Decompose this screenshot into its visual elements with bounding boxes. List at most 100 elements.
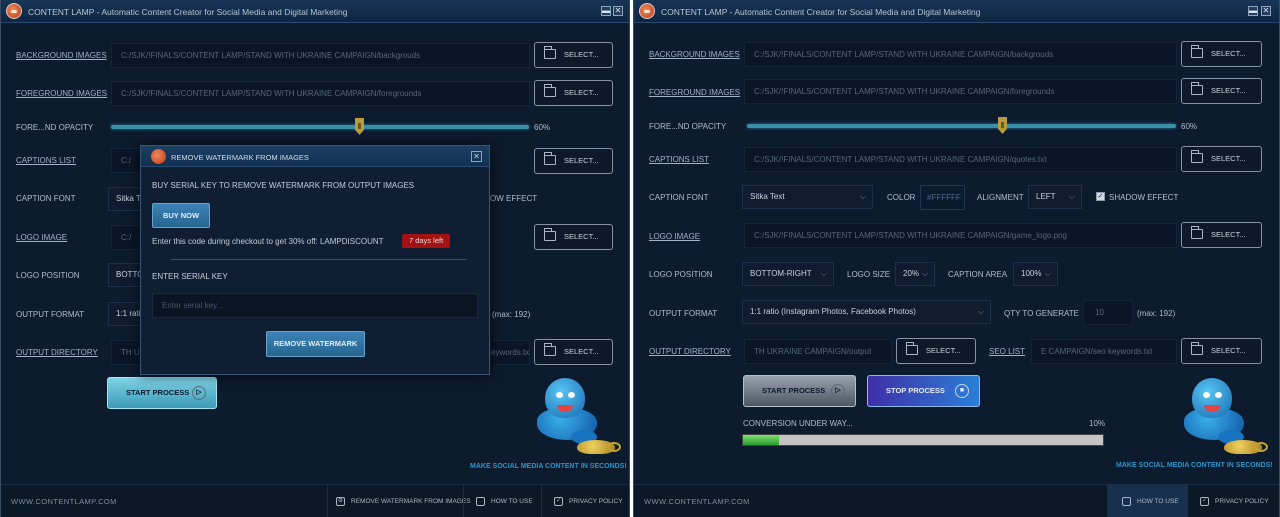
logo-position-label: LOGO POSITION — [649, 270, 713, 279]
select-logo-button[interactable]: SELECT... — [534, 224, 613, 250]
opacity-slider[interactable] — [111, 125, 529, 129]
buy-now-button[interactable]: BUY NOW — [152, 203, 210, 228]
background-images-link[interactable]: BACKGROUND IMAGES — [649, 50, 740, 59]
seo-path-partial[interactable]: eywords.txt — [490, 340, 530, 365]
tagline: MAKE SOCIAL MEDIA CONTENT IN SECONDS! — [470, 463, 627, 470]
caption-font-partial[interactable]: Sitka T — [108, 187, 141, 211]
stop-process-button[interactable]: STOP PROCESS ■ — [867, 375, 980, 407]
dialog-title-bar: REMOVE WATERMARK FROM IMAGES ✕ — [141, 146, 489, 167]
select-captions-button[interactable]: SELECT... — [534, 148, 613, 174]
privacy-policy-tab[interactable]: ✓ PRIVACY POLICY — [541, 485, 629, 517]
background-images-path[interactable]: C:/SJK/!FINALS/CONTENT LAMP/STAND WITH U… — [111, 43, 530, 68]
output-directory-link[interactable]: OUTPUT DIRECTORY — [16, 348, 98, 357]
dialog-divider — [171, 259, 467, 260]
folder-icon — [1191, 226, 1203, 239]
output-format-label: OUTPUT FORMAT — [16, 310, 85, 319]
color-input[interactable]: #FFFFFF — [920, 185, 965, 210]
remove-watermark-tab[interactable]: ⚙ REMOVE WATERMARK FROM IMAGES — [327, 485, 471, 517]
logo-size-dropdown[interactable]: 20% ⌵ — [895, 262, 935, 286]
captions-list-link[interactable]: CAPTIONS LIST — [649, 155, 709, 164]
output-dir-partial[interactable]: TH U — [111, 340, 141, 365]
chevron-down-icon: ⌵ — [1068, 192, 1075, 201]
website-link[interactable]: WWW.CONTENTLAMP.COM — [644, 497, 750, 506]
chevron-down-icon: ⌵ — [921, 269, 928, 278]
app-window-right: CONTENT LAMP - Automatic Content Creator… — [633, 0, 1280, 517]
select-foreground-button[interactable]: SELECT... — [534, 80, 613, 106]
shadow-effect-checkbox[interactable]: ✓ — [1096, 192, 1105, 201]
buy-serial-text: BUY SERIAL KEY TO REMOVE WATERMARK FROM … — [152, 181, 415, 190]
select-background-button[interactable]: SELECT... — [1181, 41, 1262, 67]
progress-fill — [743, 435, 779, 445]
dialog-close-button[interactable]: ✕ — [471, 151, 482, 162]
folder-icon — [544, 152, 556, 165]
select-seo-button[interactable]: SELECT... — [534, 339, 613, 365]
caption-area-dropdown[interactable]: 100% ⌵ — [1013, 262, 1058, 286]
logo-path-partial[interactable]: C:/ — [111, 225, 141, 250]
shield-icon: ✓ — [1200, 496, 1209, 506]
opacity-slider-thumb[interactable] — [355, 118, 364, 135]
select-label: SELECT... — [564, 88, 599, 97]
app-logo-icon — [151, 149, 166, 164]
start-process-button[interactable]: START PROCESS ▷ — [743, 375, 856, 407]
select-seo-button[interactable]: SELECT... — [1181, 338, 1262, 364]
output-directory-link[interactable]: OUTPUT DIRECTORY — [649, 347, 731, 356]
how-to-use-tab[interactable]: HOW TO USE — [463, 485, 541, 517]
logo-position-dropdown[interactable]: BOTTOM-RIGHT ⌵ — [742, 262, 834, 286]
opacity-slider-thumb[interactable] — [998, 117, 1007, 134]
logo-image-link[interactable]: LOGO IMAGE — [16, 233, 67, 242]
window-title: CONTENT LAMP - Automatic Content Creator… — [28, 7, 348, 17]
alignment-dropdown[interactable]: LEFT ⌵ — [1028, 185, 1082, 209]
privacy-policy-tab[interactable]: ✓ PRIVACY POLICY — [1187, 485, 1279, 517]
select-background-button[interactable]: SELECT... — [534, 42, 613, 68]
opacity-value: 60% — [534, 123, 551, 132]
output-directory-path[interactable]: TH UKRAINE CAMPAIGN/output — [744, 339, 892, 364]
background-images-link[interactable]: BACKGROUND IMAGES — [16, 51, 107, 60]
dialog-title: REMOVE WATERMARK FROM IMAGES — [171, 153, 309, 162]
start-process-label: START PROCESS — [126, 388, 190, 397]
opacity-slider[interactable] — [747, 124, 1176, 128]
select-label: SELECT... — [564, 347, 599, 356]
logo-image-link[interactable]: LOGO IMAGE — [649, 232, 700, 241]
captions-path[interactable]: C:/SJK/!FINALS/CONTENT LAMP/STAND WITH U… — [744, 147, 1177, 172]
seo-list-link[interactable]: SEO LIST — [989, 347, 1025, 356]
serial-key-input[interactable]: Enter serial key... — [152, 293, 478, 318]
foreground-images-link[interactable]: FOREGROUND IMAGES — [649, 88, 740, 97]
folder-icon — [1191, 342, 1203, 355]
foreground-images-path[interactable]: C:/SJK/!FINALS/CONTENT LAMP/STAND WITH U… — [744, 79, 1177, 104]
privacy-policy-label: PRIVACY POLICY — [569, 498, 623, 505]
privacy-policy-label: PRIVACY POLICY — [1215, 498, 1269, 505]
website-link[interactable]: WWW.CONTENTLAMP.COM — [11, 497, 117, 506]
foreground-images-link[interactable]: FOREGROUND IMAGES — [16, 89, 107, 98]
minimize-button[interactable]: ▬ — [601, 6, 611, 16]
folder-icon — [544, 84, 556, 97]
folder-icon — [544, 228, 556, 241]
output-format-partial[interactable]: 1:1 rati — [108, 302, 141, 326]
minimize-button[interactable]: ▬ — [1248, 6, 1258, 16]
logo-image-path[interactable]: C:/SJK/!FINALS/CONTENT LAMP/STAND WITH U… — [744, 223, 1177, 248]
footer: WWW.CONTENTLAMP.COM ⚙ REMOVE WATERMARK FR… — [1, 484, 629, 517]
footer: WWW.CONTENTLAMP.COM HOW TO USE ✓ PRIVACY … — [634, 484, 1279, 517]
caption-font-dropdown[interactable]: Sitka Text ⌵ — [742, 185, 873, 209]
remove-watermark-button[interactable]: REMOVE WATERMARK — [266, 331, 365, 357]
stop-circle-icon: ■ — [955, 384, 969, 398]
how-to-use-tab[interactable]: HOW TO USE — [1107, 485, 1187, 517]
select-output-directory-button[interactable]: SELECT... — [896, 338, 976, 364]
chevron-down-icon: ⌵ — [859, 192, 866, 201]
close-button[interactable]: ✕ — [1261, 6, 1271, 16]
output-format-label: OUTPUT FORMAT — [649, 309, 718, 318]
select-captions-button[interactable]: SELECT... — [1181, 146, 1262, 172]
logo-position-partial[interactable]: BOTTO — [108, 263, 141, 287]
captions-list-link[interactable]: CAPTIONS LIST — [16, 156, 76, 165]
start-process-button[interactable]: START PROCESS ▷ — [107, 377, 217, 409]
title-bar: CONTENT LAMP - Automatic Content Creator… — [634, 0, 1279, 23]
select-logo-button[interactable]: SELECT... — [1181, 222, 1262, 248]
qty-input[interactable]: 10 — [1083, 300, 1133, 325]
select-foreground-button[interactable]: SELECT... — [1181, 78, 1262, 104]
serial-key-label: ENTER SERIAL KEY — [152, 272, 228, 281]
seo-list-path[interactable]: E CAMPAIGN/seo keywords.txt — [1031, 339, 1177, 364]
genie-mascot — [535, 378, 621, 458]
foreground-images-path[interactable]: C:/SJK/!FINALS/CONTENT LAMP/STAND WITH U… — [111, 81, 530, 106]
background-images-path[interactable]: C:/SJK/!FINALS/CONTENT LAMP/STAND WITH U… — [744, 42, 1177, 67]
output-format-dropdown[interactable]: 1:1 ratio (Instagram Photos, Facebook Ph… — [742, 300, 991, 324]
close-button[interactable]: ✕ — [613, 6, 623, 16]
